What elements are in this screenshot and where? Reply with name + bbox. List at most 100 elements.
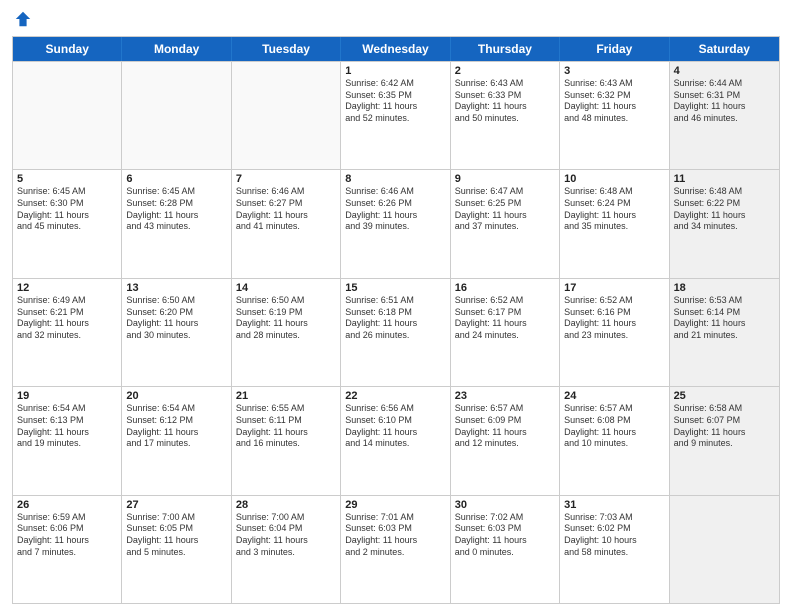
calendar-cell: 6Sunrise: 6:45 AM Sunset: 6:28 PM Daylig…: [122, 170, 231, 277]
cell-details: Sunrise: 6:53 AM Sunset: 6:14 PM Dayligh…: [674, 295, 775, 342]
day-number: 12: [17, 282, 117, 294]
cell-details: Sunrise: 6:54 AM Sunset: 6:12 PM Dayligh…: [126, 403, 226, 450]
calendar-cell: 16Sunrise: 6:52 AM Sunset: 6:17 PM Dayli…: [451, 279, 560, 386]
day-number: 2: [455, 65, 555, 77]
calendar-cell: 26Sunrise: 6:59 AM Sunset: 6:06 PM Dayli…: [13, 496, 122, 603]
day-number: 13: [126, 282, 226, 294]
day-number: 23: [455, 390, 555, 402]
calendar-body: 1Sunrise: 6:42 AM Sunset: 6:35 PM Daylig…: [13, 61, 779, 603]
calendar-cell: 21Sunrise: 6:55 AM Sunset: 6:11 PM Dayli…: [232, 387, 341, 494]
calendar-cell: 30Sunrise: 7:02 AM Sunset: 6:03 PM Dayli…: [451, 496, 560, 603]
header-cell-saturday: Saturday: [670, 37, 779, 61]
calendar-cell: 28Sunrise: 7:00 AM Sunset: 6:04 PM Dayli…: [232, 496, 341, 603]
day-number: 4: [674, 65, 775, 77]
cell-details: Sunrise: 6:57 AM Sunset: 6:08 PM Dayligh…: [564, 403, 664, 450]
calendar-row: 12Sunrise: 6:49 AM Sunset: 6:21 PM Dayli…: [13, 278, 779, 386]
day-number: 19: [17, 390, 117, 402]
cell-details: Sunrise: 6:48 AM Sunset: 6:22 PM Dayligh…: [674, 186, 775, 233]
cell-details: Sunrise: 6:54 AM Sunset: 6:13 PM Dayligh…: [17, 403, 117, 450]
cell-details: Sunrise: 6:50 AM Sunset: 6:20 PM Dayligh…: [126, 295, 226, 342]
calendar-row: 1Sunrise: 6:42 AM Sunset: 6:35 PM Daylig…: [13, 61, 779, 169]
calendar-cell: 11Sunrise: 6:48 AM Sunset: 6:22 PM Dayli…: [670, 170, 779, 277]
calendar-cell: [13, 62, 122, 169]
calendar-container: SundayMondayTuesdayWednesdayThursdayFrid…: [0, 0, 792, 612]
cell-details: Sunrise: 7:00 AM Sunset: 6:05 PM Dayligh…: [126, 512, 226, 559]
day-number: 27: [126, 499, 226, 511]
calendar-cell: 10Sunrise: 6:48 AM Sunset: 6:24 PM Dayli…: [560, 170, 669, 277]
cell-details: Sunrise: 6:45 AM Sunset: 6:28 PM Dayligh…: [126, 186, 226, 233]
header-cell-friday: Friday: [560, 37, 669, 61]
day-number: 25: [674, 390, 775, 402]
calendar-cell: 25Sunrise: 6:58 AM Sunset: 6:07 PM Dayli…: [670, 387, 779, 494]
cell-details: Sunrise: 6:51 AM Sunset: 6:18 PM Dayligh…: [345, 295, 445, 342]
calendar-cell: 27Sunrise: 7:00 AM Sunset: 6:05 PM Dayli…: [122, 496, 231, 603]
day-number: 20: [126, 390, 226, 402]
calendar-cell: 13Sunrise: 6:50 AM Sunset: 6:20 PM Dayli…: [122, 279, 231, 386]
cell-details: Sunrise: 7:02 AM Sunset: 6:03 PM Dayligh…: [455, 512, 555, 559]
calendar-cell: 8Sunrise: 6:46 AM Sunset: 6:26 PM Daylig…: [341, 170, 450, 277]
header-cell-wednesday: Wednesday: [341, 37, 450, 61]
logo-icon: [14, 10, 32, 28]
cell-details: Sunrise: 6:43 AM Sunset: 6:32 PM Dayligh…: [564, 78, 664, 125]
day-number: 10: [564, 173, 664, 185]
calendar-cell: 9Sunrise: 6:47 AM Sunset: 6:25 PM Daylig…: [451, 170, 560, 277]
day-number: 29: [345, 499, 445, 511]
calendar-cell: 3Sunrise: 6:43 AM Sunset: 6:32 PM Daylig…: [560, 62, 669, 169]
cell-details: Sunrise: 6:46 AM Sunset: 6:27 PM Dayligh…: [236, 186, 336, 233]
cell-details: Sunrise: 6:50 AM Sunset: 6:19 PM Dayligh…: [236, 295, 336, 342]
calendar-cell: [122, 62, 231, 169]
calendar-cell: 12Sunrise: 6:49 AM Sunset: 6:21 PM Dayli…: [13, 279, 122, 386]
calendar-cell: 31Sunrise: 7:03 AM Sunset: 6:02 PM Dayli…: [560, 496, 669, 603]
cell-details: Sunrise: 6:47 AM Sunset: 6:25 PM Dayligh…: [455, 186, 555, 233]
cell-details: Sunrise: 6:45 AM Sunset: 6:30 PM Dayligh…: [17, 186, 117, 233]
calendar-cell: 29Sunrise: 7:01 AM Sunset: 6:03 PM Dayli…: [341, 496, 450, 603]
calendar-cell: 1Sunrise: 6:42 AM Sunset: 6:35 PM Daylig…: [341, 62, 450, 169]
day-number: 26: [17, 499, 117, 511]
cell-details: Sunrise: 6:48 AM Sunset: 6:24 PM Dayligh…: [564, 186, 664, 233]
day-number: 6: [126, 173, 226, 185]
day-number: 24: [564, 390, 664, 402]
header-cell-sunday: Sunday: [13, 37, 122, 61]
logo: [12, 10, 32, 28]
day-number: 15: [345, 282, 445, 294]
day-number: 17: [564, 282, 664, 294]
cell-details: Sunrise: 7:00 AM Sunset: 6:04 PM Dayligh…: [236, 512, 336, 559]
calendar-row: 5Sunrise: 6:45 AM Sunset: 6:30 PM Daylig…: [13, 169, 779, 277]
day-number: 7: [236, 173, 336, 185]
day-number: 1: [345, 65, 445, 77]
calendar-cell: [670, 496, 779, 603]
cell-details: Sunrise: 6:56 AM Sunset: 6:10 PM Dayligh…: [345, 403, 445, 450]
calendar-cell: 5Sunrise: 6:45 AM Sunset: 6:30 PM Daylig…: [13, 170, 122, 277]
day-number: 3: [564, 65, 664, 77]
calendar-row: 19Sunrise: 6:54 AM Sunset: 6:13 PM Dayli…: [13, 386, 779, 494]
day-number: 30: [455, 499, 555, 511]
calendar-cell: 22Sunrise: 6:56 AM Sunset: 6:10 PM Dayli…: [341, 387, 450, 494]
day-number: 21: [236, 390, 336, 402]
calendar-cell: 23Sunrise: 6:57 AM Sunset: 6:09 PM Dayli…: [451, 387, 560, 494]
header: [12, 10, 780, 28]
cell-details: Sunrise: 6:49 AM Sunset: 6:21 PM Dayligh…: [17, 295, 117, 342]
calendar-row: 26Sunrise: 6:59 AM Sunset: 6:06 PM Dayli…: [13, 495, 779, 603]
header-cell-tuesday: Tuesday: [232, 37, 341, 61]
day-number: 11: [674, 173, 775, 185]
header-cell-monday: Monday: [122, 37, 231, 61]
calendar-cell: 14Sunrise: 6:50 AM Sunset: 6:19 PM Dayli…: [232, 279, 341, 386]
calendar-cell: 19Sunrise: 6:54 AM Sunset: 6:13 PM Dayli…: [13, 387, 122, 494]
cell-details: Sunrise: 6:46 AM Sunset: 6:26 PM Dayligh…: [345, 186, 445, 233]
header-cell-thursday: Thursday: [451, 37, 560, 61]
cell-details: Sunrise: 7:03 AM Sunset: 6:02 PM Dayligh…: [564, 512, 664, 559]
cell-details: Sunrise: 7:01 AM Sunset: 6:03 PM Dayligh…: [345, 512, 445, 559]
day-number: 18: [674, 282, 775, 294]
calendar-cell: 2Sunrise: 6:43 AM Sunset: 6:33 PM Daylig…: [451, 62, 560, 169]
calendar-cell: 18Sunrise: 6:53 AM Sunset: 6:14 PM Dayli…: [670, 279, 779, 386]
cell-details: Sunrise: 6:42 AM Sunset: 6:35 PM Dayligh…: [345, 78, 445, 125]
day-number: 22: [345, 390, 445, 402]
calendar-cell: 24Sunrise: 6:57 AM Sunset: 6:08 PM Dayli…: [560, 387, 669, 494]
calendar-cell: 17Sunrise: 6:52 AM Sunset: 6:16 PM Dayli…: [560, 279, 669, 386]
calendar-cell: 20Sunrise: 6:54 AM Sunset: 6:12 PM Dayli…: [122, 387, 231, 494]
calendar: SundayMondayTuesdayWednesdayThursdayFrid…: [12, 36, 780, 604]
day-number: 9: [455, 173, 555, 185]
calendar-header: SundayMondayTuesdayWednesdayThursdayFrid…: [13, 37, 779, 61]
calendar-cell: 7Sunrise: 6:46 AM Sunset: 6:27 PM Daylig…: [232, 170, 341, 277]
cell-details: Sunrise: 6:58 AM Sunset: 6:07 PM Dayligh…: [674, 403, 775, 450]
